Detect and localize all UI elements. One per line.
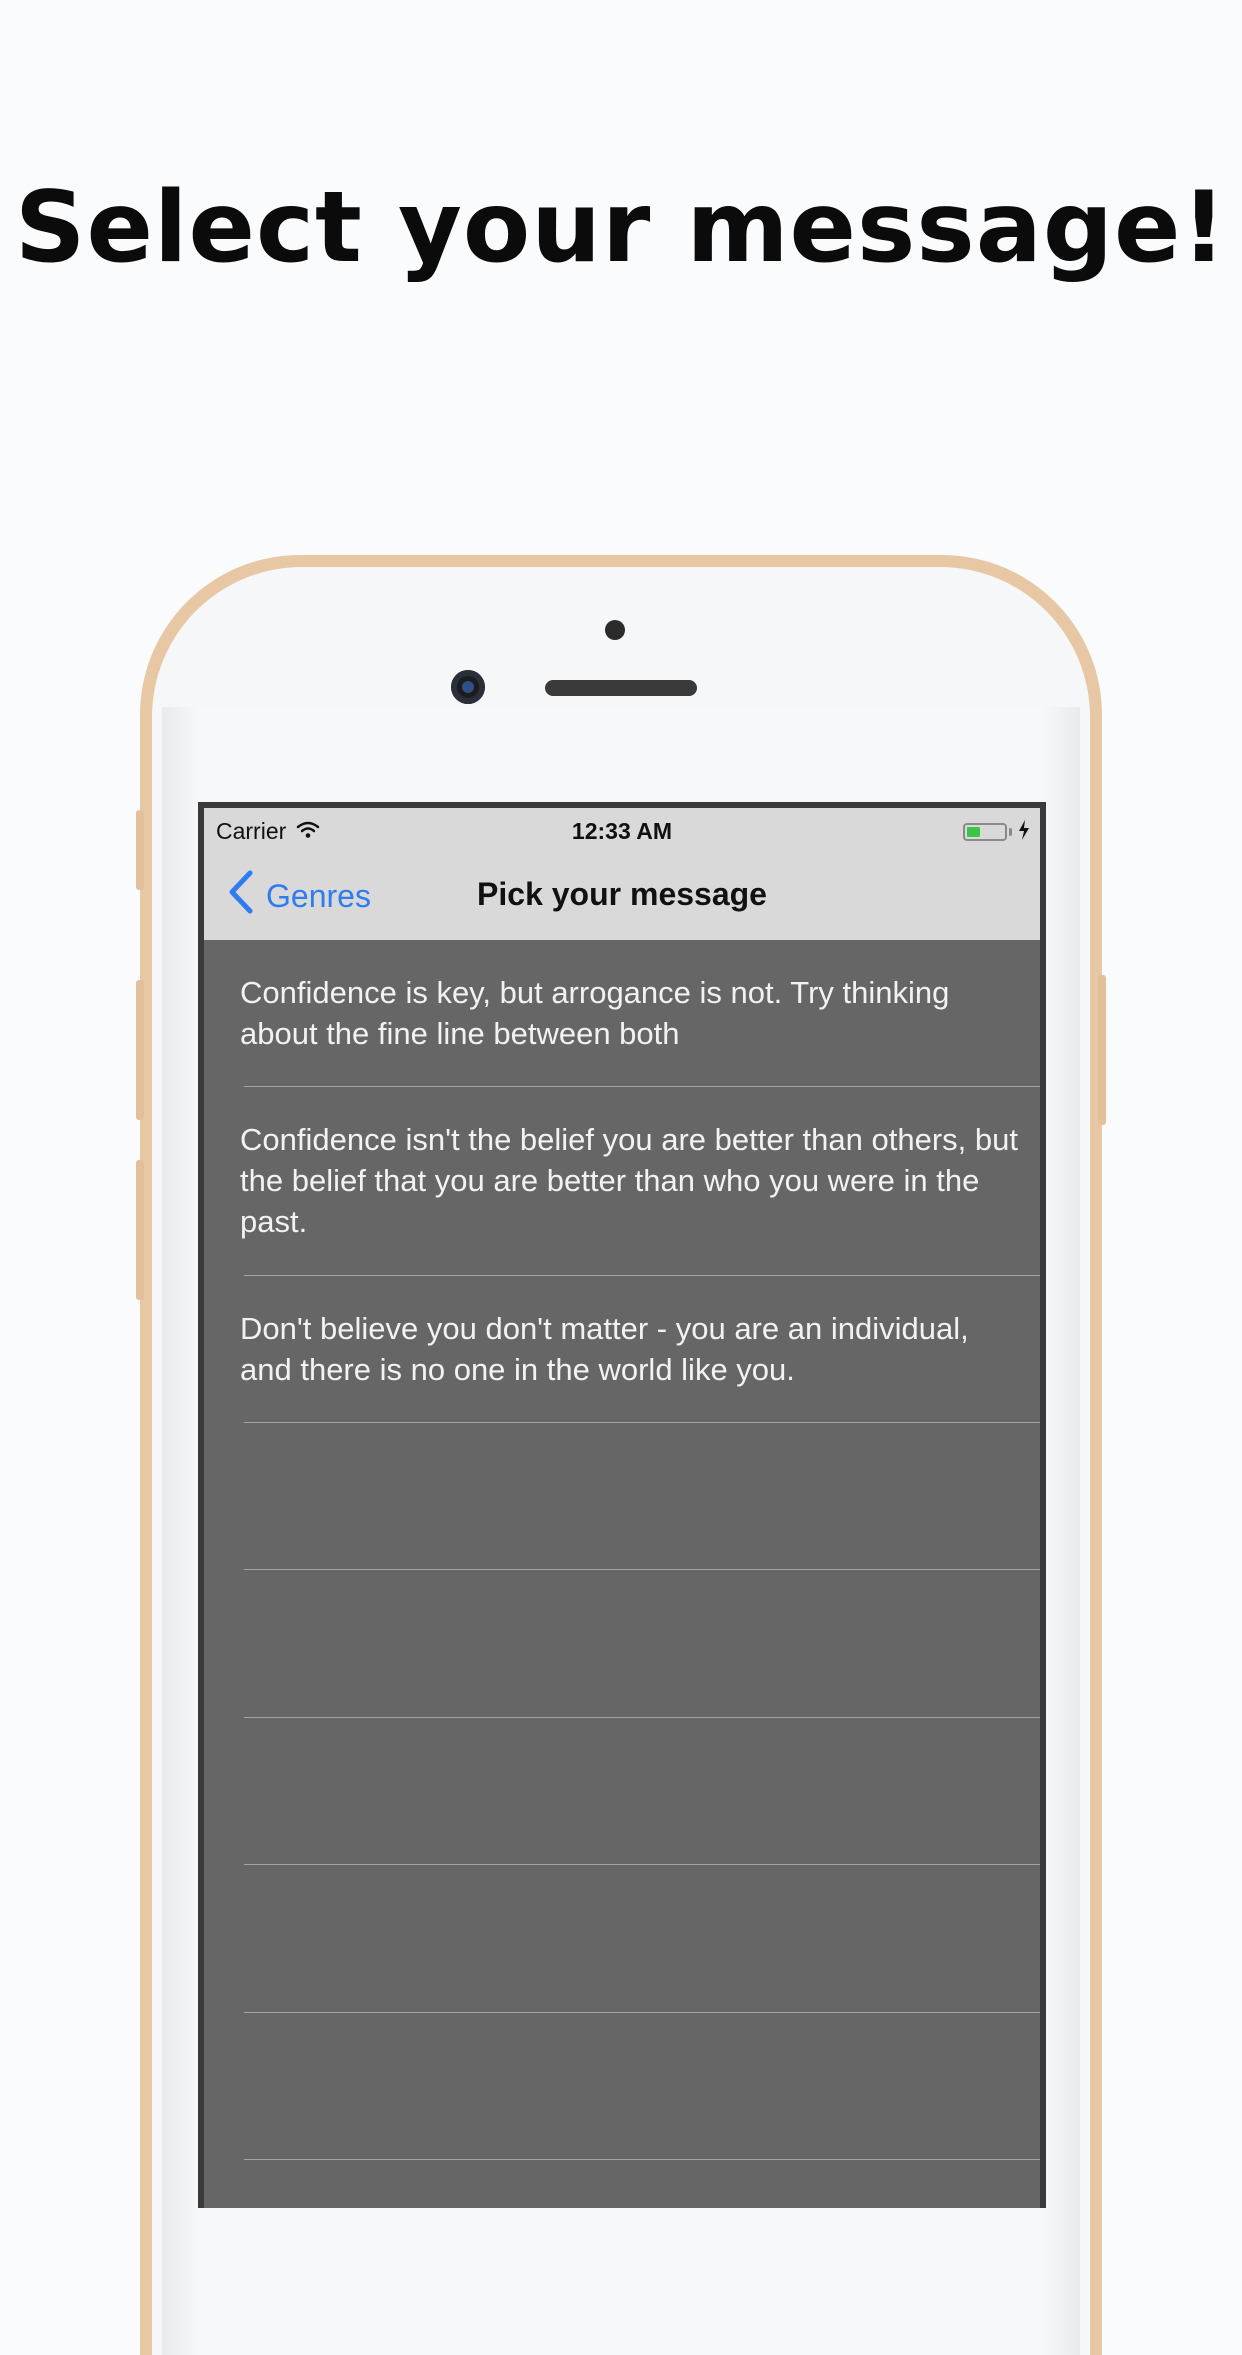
status-time: 12:33 AM [571, 818, 673, 844]
message-text: Confidence isn't the belief you are bett… [240, 1122, 1018, 1239]
battery-level-fill [967, 826, 980, 837]
list-item[interactable] [204, 1570, 1040, 1718]
status-bar: Carrier 12:33 AM [204, 808, 1040, 852]
charging-bolt-icon [1018, 820, 1030, 843]
phone-power-button [1098, 975, 1106, 1125]
list-item[interactable] [204, 2160, 1040, 2208]
message-text [240, 1423, 1026, 1455]
message-list: Confidence is key, but arrogance is not.… [204, 940, 1040, 2208]
list-item[interactable] [204, 2013, 1040, 2160]
list-item[interactable]: Don't believe you don't matter - you are… [204, 1276, 1040, 1423]
list-item[interactable] [204, 1865, 1040, 2013]
phone-earpiece-speaker [545, 680, 697, 696]
phone-proximity-sensor [605, 620, 625, 640]
phone-volume-up-button [136, 980, 144, 1120]
navigation-bar: Genres Pick your message [204, 852, 1040, 940]
phone-mute-switch [136, 810, 144, 890]
app-screen: Carrier 12:33 AM Genres Pick your messag… [204, 808, 1040, 2208]
list-item[interactable]: Confidence is key, but arrogance is not.… [204, 940, 1040, 1087]
phone-front-camera [451, 670, 485, 704]
nav-title: Pick your message [477, 876, 767, 912]
status-right [963, 820, 1030, 843]
battery-icon [963, 822, 1007, 841]
list-item[interactable] [204, 1718, 1040, 1865]
message-text: Don't believe you don't matter - you are… [240, 1311, 969, 1387]
message-text [240, 1865, 1026, 1897]
battery-tip [1009, 827, 1012, 836]
message-text [240, 1570, 1026, 1602]
message-text: Confidence is key, but arrogance is not.… [240, 975, 950, 1051]
phone-volume-down-button [136, 1160, 144, 1300]
page-headline: Select your message! [14, 171, 1228, 285]
phone-screen: Carrier 12:33 AM Genres Pick your messag… [198, 802, 1046, 2208]
list-item[interactable]: Confidence isn't the belief you are bett… [204, 1087, 1040, 1276]
list-item[interactable] [204, 1423, 1040, 1570]
message-text [240, 1718, 1026, 1750]
message-text [240, 2160, 1026, 2192]
message-text [240, 2013, 1026, 2045]
